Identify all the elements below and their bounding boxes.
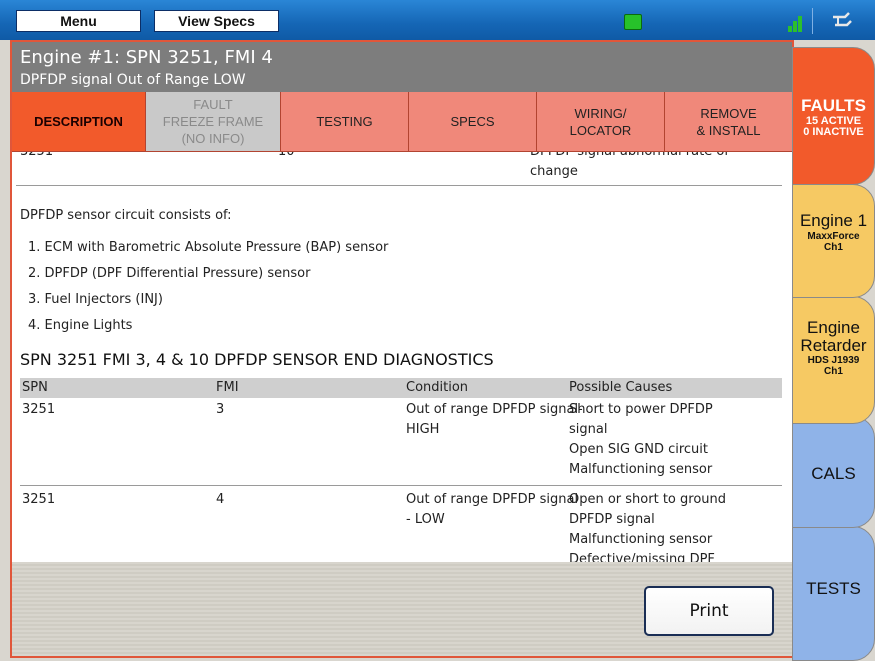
side-tab-tests[interactable]: TESTS [792,526,875,661]
list-item: 1. ECM with Barometric Absolute Pressure… [28,240,389,255]
menu-button[interactable]: Menu [16,10,141,32]
tab-remove-install[interactable]: REMOVE & INSTALL [665,92,792,152]
row2-condition: Out of range DPFDP signal [406,492,579,507]
row2-spn: 3251 [22,492,56,507]
signal-strength-icon [788,12,808,32]
row2-condition-cont: - LOW [406,512,445,527]
header-spn: SPN [22,380,48,395]
engine1-channel: Ch1 [824,242,843,253]
list-item: 2. DPFDP (DPF Differential Pressure) sen… [28,266,311,281]
component-list: 1. ECM with Barometric Absolute Pressure… [28,235,388,339]
status-led-icon [624,14,642,30]
table-header: SPN FMI Condition Possible Causes [20,378,782,398]
tab-specs[interactable]: SPECS [409,92,537,152]
topbar-divider [812,8,813,34]
tab-testing[interactable]: TESTING [281,92,409,152]
detail-tabs: DESCRIPTION FAULT FREEZE FRAME (NO INFO)… [12,92,792,152]
faults-title: FAULTS [801,96,866,115]
partial-row-fmi: 10 [278,152,295,162]
side-tab-engine-retarder[interactable]: Engine Retarder HDS J1939 Ch1 [792,296,875,424]
fault-detail-panel: Engine #1: SPN 3251, FMI 4 DPFDP signal … [10,40,794,658]
retarder-title: Engine Retarder [800,318,867,355]
row1-cause: signal [569,422,608,437]
tab-description[interactable]: DESCRIPTION [12,92,146,152]
retarder-protocol: HDS J1939 [807,355,860,366]
intro-text: DPFDP sensor circuit consists of: [20,208,232,223]
connection-cable-icon[interactable] [830,10,854,32]
tab-wiring-locator[interactable]: WIRING/ LOCATOR [537,92,665,152]
cals-title: CALS [811,464,856,483]
row2-cause: Malfunctioning sensor [569,532,713,547]
row1-fmi: 3 [216,402,225,417]
page-title: Engine #1: SPN 3251, FMI 4 [20,47,273,68]
fault-header: Engine #1: SPN 3251, FMI 4 DPFDP signal … [12,42,792,92]
row2-cause: Open or short to ground [569,492,727,507]
partial-row-condition: DPFDP signal abnormal rate of [530,152,729,162]
tests-title: TESTS [806,579,861,598]
table-divider [16,185,782,186]
list-item: 3. Fuel Injectors (INJ) [28,292,163,307]
row1-condition: Out of range DPFDP signal- [406,402,583,417]
header-condition: Condition [406,380,469,395]
footer-bar: Print [12,562,792,656]
partial-row-spn: 3251 [20,152,53,162]
section-heading: SPN 3251 FMI 3, 4 & 10 DPFDP SENSOR END … [20,350,494,369]
view-specs-button[interactable]: View Specs [154,10,279,32]
row1-cause: Open SIG GND circuit [569,442,709,457]
row1-cause: Short to power DPFDP [569,402,713,417]
print-button[interactable]: Print [644,586,774,636]
description-content[interactable]: 3251 10 DPFDP signal abnormal rate of ch… [16,152,788,562]
faults-inactive-count: 0 INACTIVE [803,126,864,138]
row2-cause: DPFDP signal [569,512,655,527]
header-fmi: FMI [216,380,239,395]
row-divider [20,485,782,486]
side-tab-engine-1[interactable]: Engine 1 MaxxForce Ch1 [792,184,875,298]
header-possible-causes: Possible Causes [569,380,673,395]
side-tab-cals[interactable]: CALS [792,416,875,528]
row2-fmi: 4 [216,492,225,507]
row1-spn: 3251 [22,402,56,417]
engine1-title: Engine 1 [799,211,868,230]
side-tab-faults[interactable]: FAULTS 15 ACTIVE 0 INACTIVE [792,47,875,185]
retarder-channel: Ch1 [824,366,843,377]
row1-condition-cont: HIGH [406,422,440,437]
partial-row-condition-cont: change [530,164,578,179]
list-item: 4. Engine Lights [28,318,133,333]
page-subtitle: DPFDP signal Out of Range LOW [20,72,246,88]
top-bar: Menu View Specs [0,0,875,40]
row2-cause: Defective/missing DPF [569,552,715,562]
engine1-model: MaxxForce [807,231,860,242]
tab-fault-freeze-frame: FAULT FREEZE FRAME (NO INFO) [146,92,281,152]
row1-cause: Malfunctioning sensor [569,462,713,477]
